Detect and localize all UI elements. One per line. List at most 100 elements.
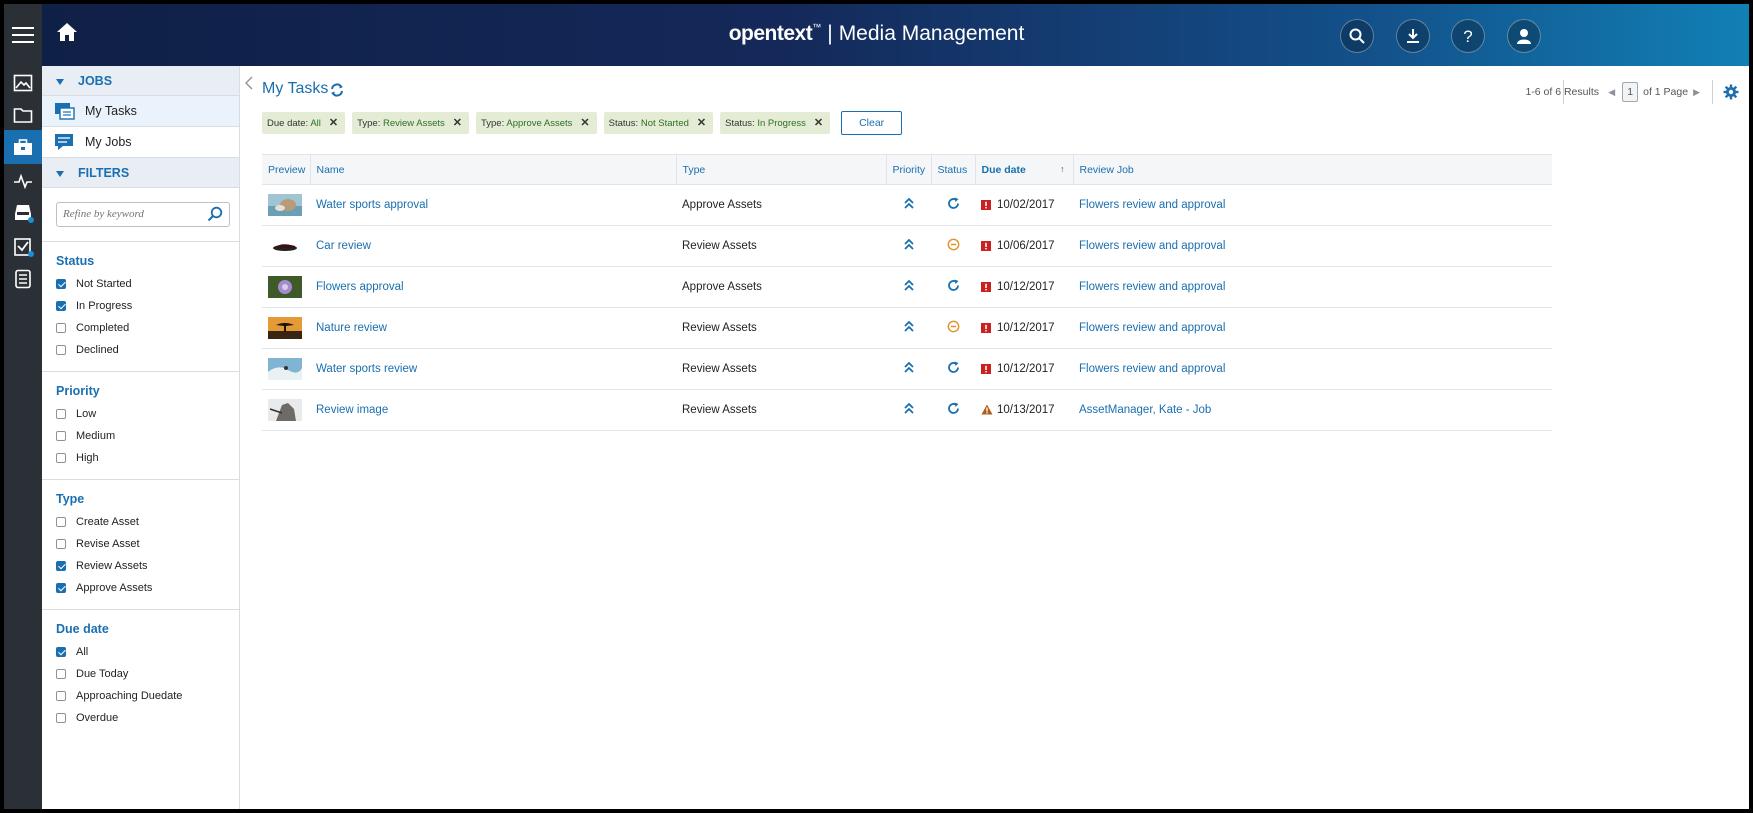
filter-medium[interactable]: Medium [56,425,239,447]
keyword-search-input[interactable] [63,203,203,225]
task-name[interactable]: Nature review [316,322,387,334]
filter-chip[interactable]: Status: Not Started ✕ [603,112,714,134]
column-header-priority[interactable]: Priority [885,154,931,185]
row-review-job-link[interactable]: Flowers review and approval [1073,348,1552,390]
checkbox[interactable] [56,713,66,723]
task-name[interactable]: Water sports review [316,363,417,375]
filter-completed[interactable]: Completed [56,317,239,339]
filter-due-today[interactable]: Due Today [56,663,239,685]
filter-chip[interactable]: Type: Approve Assets ✕ [476,112,597,134]
column-header-due-date[interactable]: Due date ↑ [974,154,1073,185]
checkbox[interactable] [56,345,66,355]
filters-section-toggle[interactable]: FILTERS [42,158,239,188]
next-page-button[interactable]: ▶ [1693,87,1700,97]
column-header-review-job[interactable]: Review Job [1072,154,1552,185]
row-preview-thumbnail[interactable] [262,348,310,390]
clear-filters-button[interactable]: Clear [841,111,903,135]
filter-all[interactable]: All [56,641,239,663]
checkbox[interactable] [56,409,66,419]
settings-button[interactable] [1723,84,1739,105]
filter-revise-asset[interactable]: Revise Asset [56,533,239,555]
checkbox[interactable] [56,561,66,571]
row-name-link[interactable]: Car review [310,225,676,267]
row-review-job-link[interactable]: Flowers review and approval [1073,266,1552,308]
close-icon[interactable]: ✕ [580,117,589,129]
collapse-panel-button[interactable] [245,76,253,93]
rail-folders-button[interactable] [4,98,42,132]
table-row[interactable]: Car review Review Assets 10/06/2017 Flowers… [262,225,1552,267]
review-job-name[interactable]: Flowers review and approval [1079,199,1225,211]
user-profile-button[interactable] [1507,19,1541,53]
column-header-status[interactable]: Status [930,154,975,185]
nav-my-jobs[interactable]: My Jobs [42,127,239,158]
rail-activity-button[interactable] [4,164,42,198]
rail-jobs-button[interactable] [4,130,42,164]
checkbox[interactable] [56,583,66,593]
review-job-name[interactable]: Flowers review and approval [1079,240,1225,252]
filter-not-started[interactable]: Not Started [56,273,239,295]
checkbox[interactable] [56,647,66,657]
search-icon[interactable] [207,206,223,222]
rail-assets-button[interactable] [4,66,42,100]
checkbox[interactable] [56,431,66,441]
filter-chip[interactable]: Type: Review Assets ✕ [352,112,469,134]
row-review-job-link[interactable]: Flowers review and approval [1073,225,1552,267]
search-button[interactable] [1340,19,1374,53]
filter-chip[interactable]: Status: In Progress ✕ [720,112,831,134]
row-review-job-link[interactable]: AssetManager, Kate - Job [1073,389,1552,431]
filter-approve-assets[interactable]: Approve Assets [56,577,239,599]
task-name[interactable]: Review image [316,404,388,416]
downloads-button[interactable] [1396,19,1430,53]
table-row[interactable]: Nature review Review Assets 10/12/2017 Flow… [262,307,1552,349]
table-row[interactable]: Water sports approval Approve Assets 10/02… [262,184,1552,226]
rail-approvals-button[interactable] [4,230,42,264]
task-name[interactable]: Car review [316,240,371,252]
filter-in-progress[interactable]: In Progress [56,295,239,317]
checkbox[interactable] [56,301,66,311]
row-preview-thumbnail[interactable] [262,225,310,267]
checkbox[interactable] [56,279,66,289]
table-row[interactable]: Flowers approval Approve Assets 10/12/2017… [262,266,1552,308]
row-name-link[interactable]: Water sports review [310,348,676,390]
filter-create-asset[interactable]: Create Asset [56,511,239,533]
close-icon[interactable]: ✕ [329,117,338,129]
page-number-input[interactable]: 1 [1622,82,1639,102]
filter-declined[interactable]: Declined [56,339,239,361]
review-job-name[interactable]: AssetManager, Kate - Job [1079,404,1211,416]
row-preview-thumbnail[interactable] [262,389,310,431]
checkbox[interactable] [56,453,66,463]
close-icon[interactable]: ✕ [453,117,462,129]
filter-low[interactable]: Low [56,403,239,425]
checkbox[interactable] [56,323,66,333]
rail-inbox-button[interactable] [4,196,42,230]
filter-review-assets[interactable]: Review Assets [56,555,239,577]
task-name[interactable]: Flowers approval [316,281,404,293]
review-job-name[interactable]: Flowers review and approval [1079,363,1225,375]
review-job-name[interactable]: Flowers review and approval [1079,322,1225,334]
checkbox[interactable] [56,691,66,701]
jobs-section-toggle[interactable]: JOBS [42,66,239,96]
filter-high[interactable]: High [56,447,239,469]
table-row[interactable]: Water sports review Review Assets 10/12/20… [262,348,1552,390]
close-icon[interactable]: ✕ [697,117,706,129]
nav-my-tasks[interactable]: My Tasks [42,96,239,127]
table-row[interactable]: Review image Review Assets 10/13/2017 Asset… [262,389,1552,431]
refresh-button[interactable] [330,83,344,102]
row-name-link[interactable]: Nature review [310,307,676,349]
column-header-type[interactable]: Type [675,154,886,185]
filter-approaching-duedate[interactable]: Approaching Duedate [56,685,239,707]
checkbox[interactable] [56,539,66,549]
review-job-name[interactable]: Flowers review and approval [1079,281,1225,293]
row-preview-thumbnail[interactable] [262,266,310,308]
row-name-link[interactable]: Flowers approval [310,266,676,308]
row-name-link[interactable]: Review image [310,389,676,431]
prev-page-button[interactable]: ◀ [1608,87,1615,97]
row-preview-thumbnail[interactable] [262,184,310,226]
column-header-name[interactable]: Name [309,154,676,185]
row-preview-thumbnail[interactable] [262,307,310,349]
row-name-link[interactable]: Water sports approval [310,184,676,226]
checkbox[interactable] [56,517,66,527]
task-name[interactable]: Water sports approval [316,199,428,211]
filter-overdue[interactable]: Overdue [56,707,239,729]
close-icon[interactable]: ✕ [814,117,823,129]
